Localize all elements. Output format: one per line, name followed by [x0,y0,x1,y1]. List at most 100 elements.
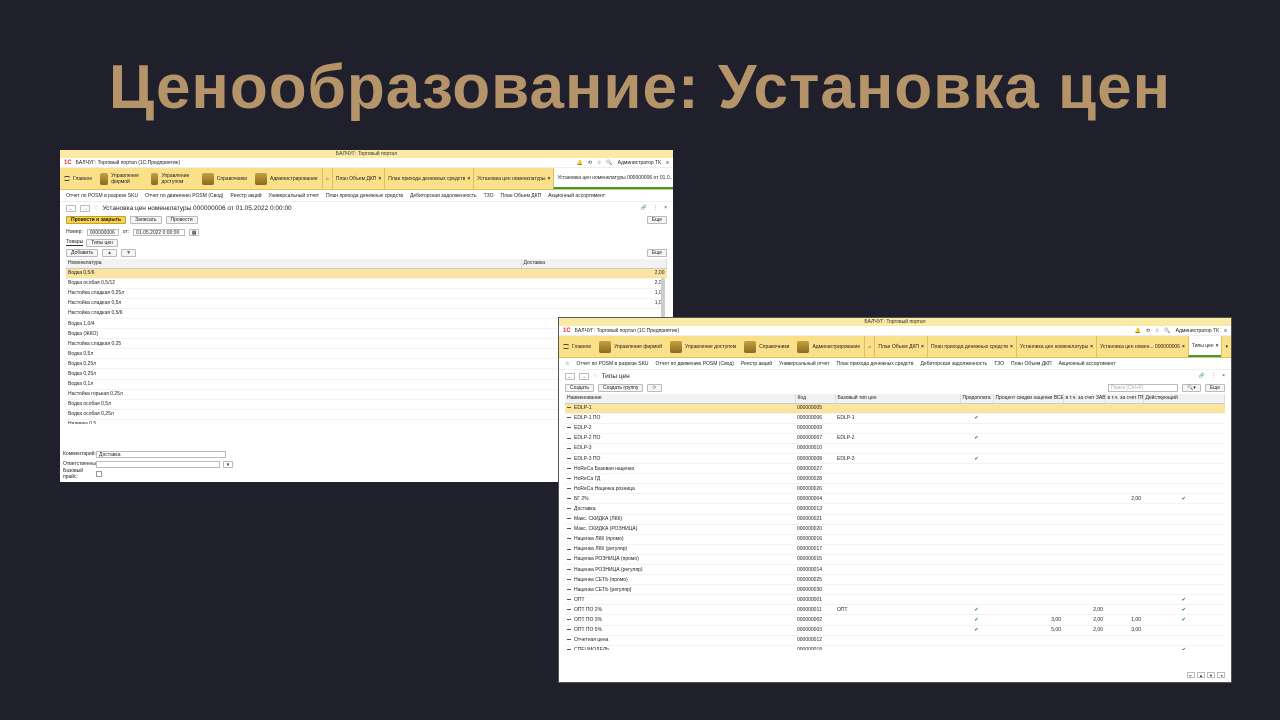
prepay-cell[interactable] [960,534,993,545]
base-type-cell[interactable] [835,645,960,650]
section-item[interactable]: Администрирование [251,168,322,189]
close-tab-icon[interactable]: × [378,176,381,182]
table-row[interactable]: EDLP-3 000000010 [565,443,1225,454]
name-cell[interactable]: EDLP-2 [565,423,795,434]
table-row[interactable]: EDLP-1 ПО 000000006 EDLP-1 ✔ [565,413,1225,424]
open-tab[interactable]: Типы цен × [1187,336,1222,357]
command-link[interactable]: План Объем ДКП [501,193,542,199]
column-header[interactable]: Наименование [565,394,796,404]
command-link[interactable]: Дебиторская задолженность [921,361,988,367]
pm-percent-cell[interactable] [1105,503,1143,515]
factory-percent-cell[interactable] [1063,453,1105,465]
table-row[interactable]: ОПТ 000000001 ✔ [565,594,1225,606]
prev-page-button[interactable]: ▲ [1197,672,1205,678]
base-type-cell[interactable] [835,423,960,434]
create-button[interactable]: Создать [565,384,595,392]
section-item[interactable]: Главное [559,336,595,357]
total-percent-cell[interactable]: 5,00 [993,625,1063,636]
delivery-cell[interactable]: 2,00 [521,278,667,289]
create-group-button[interactable]: Создать группу [598,384,644,392]
base-type-cell[interactable]: EDLP-2 [835,433,960,444]
nomenclature-cell[interactable]: Настойка сладкая 0,5/6 [66,308,521,319]
factory-percent-cell[interactable] [1063,534,1105,545]
nomenclature-cell[interactable]: Водка особая 0,5/12 [66,278,521,289]
open-tab[interactable]: Установка цен номенклатуры × [473,168,554,189]
total-percent-cell[interactable] [993,635,1063,646]
factory-percent-cell[interactable]: 2,00 [1063,614,1105,626]
base-type-cell[interactable] [835,594,960,606]
open-tab[interactable]: План Объем ДКП × [331,168,385,189]
prepay-cell[interactable] [960,403,993,414]
favorite-star-icon[interactable]: ☆ [593,373,597,379]
pm-percent-cell[interactable] [1105,635,1143,646]
table-row[interactable]: ОПТ ПО 2% 000000011 ОПТ ✔ 2,00 ✔ [565,604,1225,616]
command-link[interactable]: ТЗО [994,361,1004,367]
pm-percent-cell[interactable] [1105,534,1143,545]
link-icon[interactable]: 🔗 [641,205,647,211]
delivery-cell[interactable]: 1,00 [521,288,667,299]
nomenclature-cell[interactable]: Водка 1,0/4 [66,318,521,330]
name-cell[interactable]: HoReCa Базовая наценка [565,463,795,475]
search-icon[interactable]: 🔍 [606,160,612,166]
table-row[interactable]: HoReCa ГД 000000028 [565,473,1225,485]
name-cell[interactable]: ОПТ ПО 5% [565,625,795,636]
section-item[interactable]: Справочники [740,336,793,357]
back-button[interactable]: ← [66,204,76,212]
base-type-cell[interactable]: EDLP-3 [835,453,960,465]
factory-percent-cell[interactable] [1063,645,1105,650]
base-type-cell[interactable] [835,534,960,545]
close-icon[interactable]: × [1222,373,1225,379]
nomenclature-cell[interactable]: Водка 0,25л [66,368,521,380]
code-cell[interactable]: 000000009 [795,423,835,434]
factory-percent-cell[interactable]: 2,00 [1063,604,1105,616]
prepay-cell[interactable]: ✔ [960,453,993,465]
search-icon[interactable]: 🔍 [1164,328,1170,334]
table-row[interactable]: Наценка СЕТЬ (промо) 000000025 [565,574,1225,586]
nomenclature-cell[interactable]: Водка особая 0,25л [66,409,521,420]
total-percent-cell[interactable] [993,534,1063,545]
table-row[interactable]: EDLP-2 ПО 000000007 EDLP-2 ✔ [565,433,1225,444]
close-icon[interactable]: × [664,205,667,211]
factory-percent-cell[interactable] [1063,594,1105,606]
number-field[interactable]: 000000006 [86,228,119,236]
refresh-icon[interactable]: ⟳ [647,384,662,392]
command-link[interactable]: Отчет по POSM в разрезе SKU [576,361,648,367]
open-tab[interactable]: Установка цен номенклатуры 000000006 от … [553,168,673,189]
factory-percent-cell[interactable] [1063,423,1105,434]
name-cell[interactable]: HoReCa Наценка розница [565,483,795,495]
factory-percent-cell[interactable] [1063,403,1105,414]
pm-percent-cell[interactable] [1105,473,1143,485]
code-cell[interactable]: 000000021 [795,514,835,525]
prepay-cell[interactable] [960,423,993,434]
more-button[interactable]: Еще [646,249,667,257]
base-type-cell[interactable] [835,614,960,626]
total-percent-cell[interactable] [993,493,1063,505]
pm-percent-cell[interactable] [1105,483,1143,495]
nomenclature-cell[interactable]: Водка (ЖКО) [66,328,521,340]
command-link[interactable]: Акционный ассортимент [548,193,605,199]
section-item[interactable]: Справочники [198,168,251,189]
command-link[interactable]: ТЗО [484,193,494,199]
nomenclature-cell[interactable]: Настойка сладкая 0,25л [66,288,521,299]
total-percent-cell[interactable] [993,524,1063,535]
table-row[interactable]: Макс. СКИДКА (РОЗНИЦА) 000000020 [565,524,1225,535]
factory-percent-cell[interactable] [1063,574,1105,586]
history-icon[interactable]: ⟲ [1146,328,1150,334]
delivery-cell[interactable]: 1,00 [521,298,667,309]
pm-percent-cell[interactable] [1105,544,1143,555]
active-cell[interactable] [1143,483,1225,495]
name-cell[interactable]: Наценка РОЗНИЦА (регуляр) [565,564,795,576]
base-type-cell[interactable] [835,524,960,535]
active-cell[interactable] [1143,423,1225,434]
link-icon[interactable]: 🔗 [1199,373,1205,379]
move-down-icon[interactable]: ▼ [121,249,137,257]
total-percent-cell[interactable] [993,544,1063,555]
name-cell[interactable]: Макс. СКИДКА (ЛКК) [565,514,795,525]
prepay-cell[interactable] [960,493,993,505]
prepay-cell[interactable] [960,524,993,535]
base-type-cell[interactable] [835,403,960,414]
name-cell[interactable]: Наценка ЛКК (промо) [565,534,795,545]
prepay-cell[interactable] [960,594,993,606]
base-type-cell[interactable] [835,625,960,636]
name-cell[interactable]: ОПТ ПО 3% [565,614,795,626]
